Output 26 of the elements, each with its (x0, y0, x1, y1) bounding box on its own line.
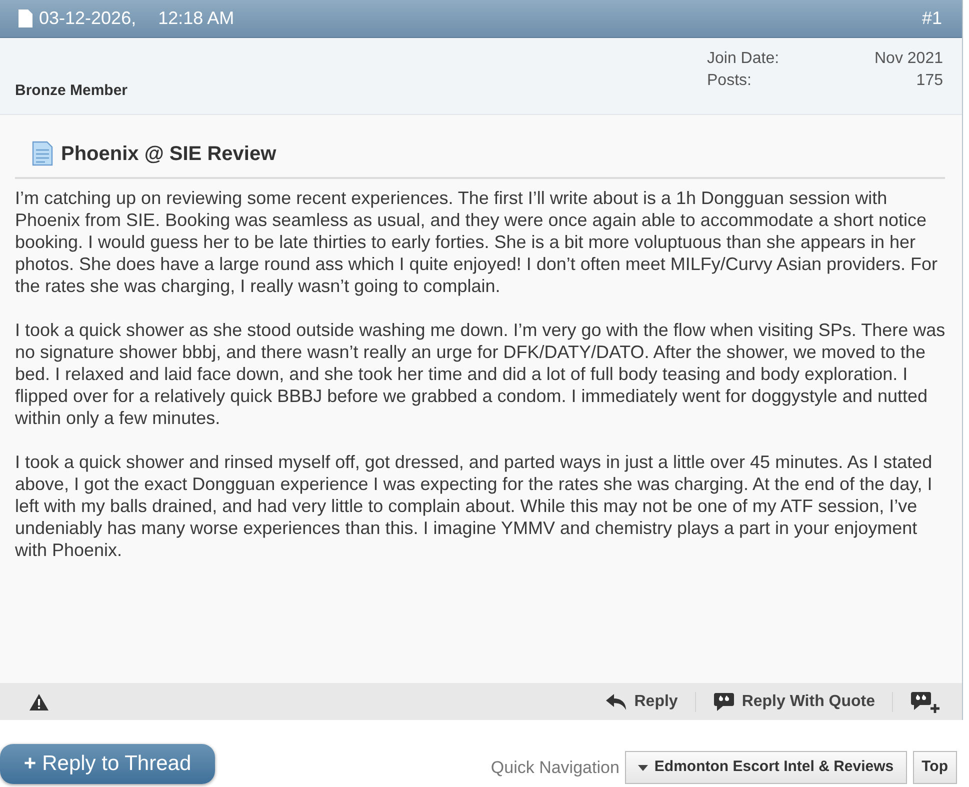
top-button[interactable]: Top (912, 751, 957, 784)
detail-value: Nov 2021 (874, 49, 943, 69)
reply-arrow-icon (605, 692, 628, 710)
quote-bubble-plus-icon (910, 690, 940, 712)
user-rank: Bronze Member (15, 80, 128, 100)
warning-icon (29, 692, 49, 710)
document-icon (32, 141, 53, 166)
report-button[interactable] (29, 692, 49, 710)
reply-to-thread-button[interactable]: + Reply to Thread (0, 744, 215, 784)
caret-icon (638, 764, 648, 770)
reply-button[interactable]: Reply (605, 690, 678, 714)
quote-bubble-icon (712, 692, 735, 712)
document-icon (18, 9, 33, 28)
detail-label: Posts: (707, 71, 752, 91)
post-paragraph: I took a quick shower and rinsed myself off, got dressed, and parted ways in just a little over 45 minutes. As I stated above, I got the exact Dongguan experience I was expecting for the rates she was charging. At the end of the day, I left with my balls drained, and had very little to complain about. While this may not be one of my ATF session, I’ve undeniably has many worse experiences than this. I imagine YMMV and chemistry plays a part in your enjoyment with Phoenix. (15, 451, 934, 561)
reply-with-quote-button[interactable]: Reply With Quote (712, 690, 875, 714)
quick-navigation-label: Quick Navigation (490, 756, 620, 779)
post-paragraph: I’m catching up on reviewing some recent experiences. The first I’ll write about is a 1h Dongguan session with Phoenix from SIE. Booking was seamless as usual, and they were once again able to accommodate a short notice booking. I would guess her to be late thirties to early forties. She is a bit more voluptuous than she appears in her photos. She does have a large round ass which I quite enjoyed! I don’t often meet MILFy/Curvy Asian providers. For the rates she was charging, I really wasn’t going to complain. (15, 187, 938, 297)
post-title: Phoenix @ SIE Review (61, 142, 276, 166)
multi-quote-button[interactable] (910, 690, 940, 712)
post-date: 03-12-2026, (39, 7, 136, 30)
post-time: 12:18 AM (158, 7, 234, 30)
forum-dropdown[interactable]: Edmonton Escort Intel & Reviews (625, 751, 907, 784)
post-paragraph: I took a quick shower as she stood outside washing me down. I’m very go with the flow when visiting SPs. There was no signature shower bbbj, and there wasn’t really an urge for DFK/DATY/DATO. After the shower, we moved to the bed. I relaxed and laid face down, and she took her time and did a lot of full body teasing and body exploration. I flipped over for a relatively quick BBBJ before we grabbed a condom. I immediately went for doggystyle and nutted within only a few minutes. (15, 319, 946, 429)
detail-label: Join Date: (707, 49, 780, 69)
detail-value: 175 (916, 71, 943, 91)
